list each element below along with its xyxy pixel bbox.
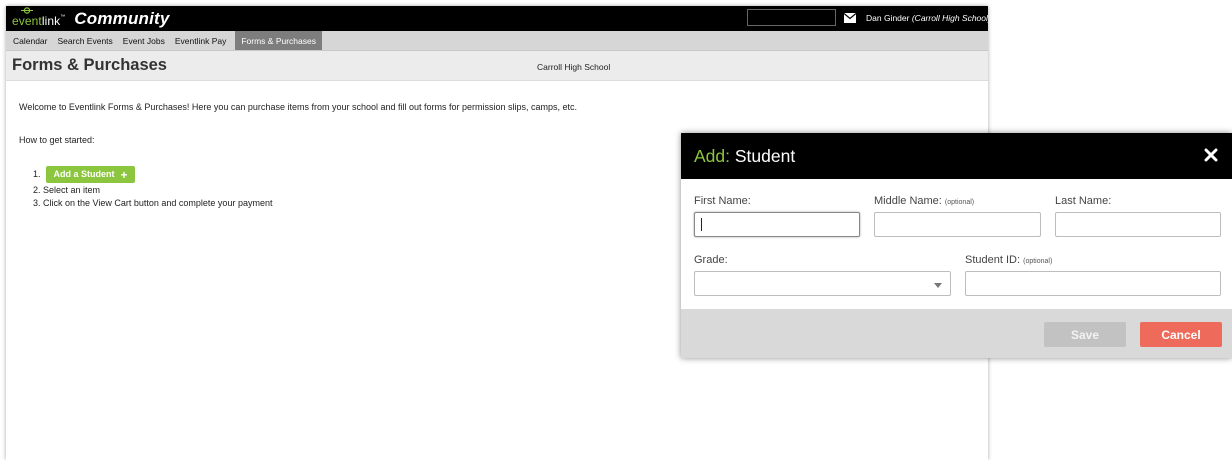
page-title: Forms & Purchases bbox=[12, 56, 167, 74]
school-name: Carroll High School bbox=[537, 62, 611, 72]
page-header: Forms & Purchases Carroll High School bbox=[6, 51, 988, 81]
brand-title: Community bbox=[74, 8, 170, 28]
middle-name-label: Middle Name: (optional) bbox=[874, 195, 974, 207]
logo-text: eventlink bbox=[12, 14, 60, 28]
add-student-modal: Add: Student First Name: Middle Name: (o… bbox=[681, 133, 1232, 358]
logo-text-event: event bbox=[12, 14, 42, 28]
modal-title-prefix: Add: bbox=[694, 145, 730, 166]
last-name-field[interactable] bbox=[1055, 212, 1221, 237]
first-name-field[interactable] bbox=[694, 212, 860, 237]
grade-select[interactable] bbox=[694, 271, 951, 296]
plus-icon: + bbox=[120, 167, 128, 182]
close-icon[interactable] bbox=[1204, 148, 1218, 162]
chevron-down-icon bbox=[934, 283, 942, 288]
middle-name-optional: (optional) bbox=[944, 199, 975, 206]
logo-trademark: ™ bbox=[60, 14, 66, 20]
middle-name-field[interactable] bbox=[874, 212, 1041, 237]
student-id-field[interactable] bbox=[965, 271, 1221, 296]
step-1: 1. Add a Student + bbox=[33, 165, 272, 184]
add-student-label: Add a Student bbox=[53, 169, 115, 179]
top-bar: eventlink ™ Community Dan Ginder (Carrol… bbox=[6, 6, 988, 31]
eventlink-logo-icon bbox=[21, 7, 33, 14]
step-2: 2. Select an item bbox=[33, 185, 101, 195]
user-name: Dan Ginder bbox=[866, 13, 910, 23]
user-menu[interactable]: Dan Ginder (Carroll High School) bbox=[866, 13, 988, 23]
modal-title: Add: Student bbox=[694, 146, 795, 167]
modal-footer: Save Cancel bbox=[681, 309, 1232, 358]
steps-list: 1. Add a Student + 2. Select an item 3. … bbox=[33, 165, 272, 210]
logo-text-link: link bbox=[41, 14, 61, 28]
step-1-number: 1. bbox=[33, 169, 41, 179]
add-student-button[interactable]: Add a Student + bbox=[45, 166, 135, 183]
main-nav: Calendar Search Events Event Jobs Eventl… bbox=[6, 31, 988, 51]
mail-icon[interactable] bbox=[844, 13, 856, 23]
save-button[interactable]: Save bbox=[1044, 322, 1126, 347]
last-name-label: Last Name: bbox=[1055, 195, 1112, 207]
nav-item-search-events[interactable]: Search Events bbox=[53, 31, 118, 50]
modal-header: Add: Student bbox=[681, 133, 1232, 179]
student-id-label-text: Student ID: bbox=[965, 254, 1021, 266]
user-school: (Carroll High School) bbox=[911, 13, 988, 23]
first-name-label: First Name: bbox=[694, 195, 751, 207]
nav-item-forms-purchases[interactable]: Forms & Purchases bbox=[235, 31, 322, 50]
cancel-button[interactable]: Cancel bbox=[1140, 322, 1222, 347]
nav-item-event-jobs[interactable]: Event Jobs bbox=[118, 31, 170, 50]
student-id-optional: (optional) bbox=[1023, 258, 1053, 265]
middle-name-label-text: Middle Name: bbox=[874, 195, 942, 207]
search-input[interactable] bbox=[747, 9, 836, 26]
nav-item-eventlink-pay[interactable]: Eventlink Pay bbox=[170, 31, 232, 50]
welcome-text: Welcome to Eventlink Forms & Purchases! … bbox=[19, 102, 578, 112]
step-3: 3. Click on the View Cart button and com… bbox=[33, 198, 273, 208]
how-to-heading: How to get started: bbox=[19, 135, 95, 145]
grade-label: Grade: bbox=[694, 254, 728, 266]
modal-body: First Name: Middle Name: (optional) Last… bbox=[681, 179, 1232, 309]
modal-title-text: Student bbox=[734, 145, 796, 166]
student-id-label: Student ID: (optional) bbox=[965, 254, 1052, 266]
eventlink-logo[interactable]: eventlink ™ bbox=[12, 6, 65, 31]
nav-item-calendar[interactable]: Calendar bbox=[8, 31, 53, 50]
text-cursor bbox=[701, 218, 702, 231]
